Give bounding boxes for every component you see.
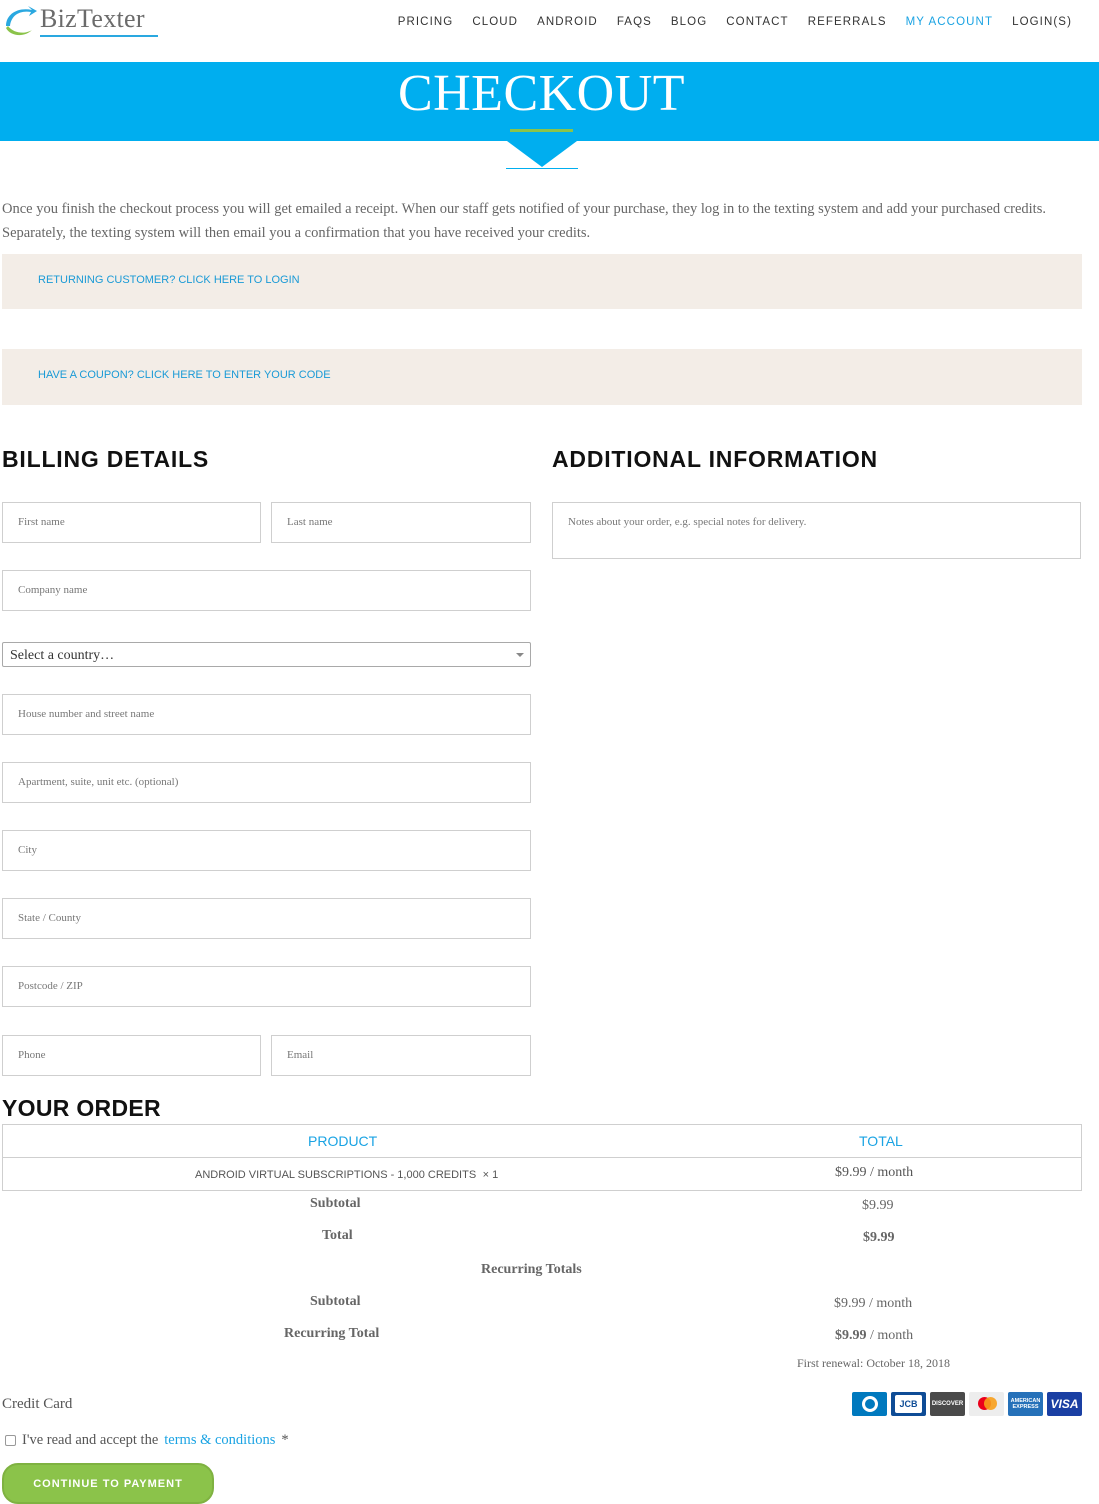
total-value: $9.99	[863, 1230, 895, 1245]
checkout-intro-text: Once you finish the checkout process you…	[2, 201, 1046, 241]
street-field[interactable]: House number and street name	[2, 694, 531, 735]
recurring-totals-heading: Recurring Totals	[481, 1262, 582, 1277]
country-select-value: Select a country…	[10, 648, 115, 663]
coupon-notice: HAVE A COUPON? CLICK HERE TO ENTER YOUR …	[2, 349, 1082, 405]
apartment-placeholder: Apartment, suite, unit etc. (optional)	[18, 776, 179, 788]
banner-arrow-icon	[507, 141, 577, 167]
state-field[interactable]: State / County	[2, 898, 531, 939]
first-name-placeholder: First name	[18, 516, 65, 528]
site-logo[interactable]: BizTexter	[2, 2, 162, 38]
accepted-cards: JCB DISCOVER AMERICAN EXPRESS VISA	[852, 1392, 1082, 1416]
chevron-down-icon	[516, 653, 524, 657]
state-placeholder: State / County	[18, 912, 81, 924]
table-header-divider	[3, 1157, 1081, 1158]
company-placeholder: Company name	[18, 584, 88, 596]
city-placeholder: City	[18, 844, 37, 856]
last-name-placeholder: Last name	[287, 516, 333, 528]
login-link[interactable]: RETURNING CUSTOMER? CLICK HERE TO LOGIN	[38, 274, 300, 286]
subtotal-value: $9.99	[862, 1198, 894, 1213]
first-name-field[interactable]: First name	[2, 502, 261, 543]
title-underline	[510, 129, 573, 132]
terms-row: I've read and accept the terms & conditi…	[5, 1432, 289, 1449]
nav-referrals[interactable]: REFERRALS	[808, 16, 887, 28]
nav-my-account[interactable]: MY ACCOUNT	[906, 16, 993, 28]
recurring-total-period: / month	[870, 1328, 914, 1343]
payment-method-label: Credit Card	[2, 1396, 73, 1412]
logo-text: BizTexter	[40, 4, 145, 33]
table-row: ANDROID VIRTUAL SUBSCRIPTIONS - 1,000 CR…	[195, 1167, 498, 1183]
page-title: CHECKOUT	[397, 65, 686, 122]
terms-checkbox[interactable]	[5, 1435, 16, 1446]
nav-contact[interactable]: CONTACT	[726, 16, 788, 28]
recurring-total-value: $9.99 / month	[835, 1328, 913, 1344]
email-placeholder: Email	[287, 1049, 314, 1061]
nav-android[interactable]: ANDROID	[537, 16, 598, 28]
order-notes-field[interactable]: Notes about your order, e.g. special not…	[552, 502, 1081, 559]
nav-cloud[interactable]: CLOUD	[472, 16, 518, 28]
nav-faqs[interactable]: FAQS	[617, 16, 652, 28]
total-column-header: TOTAL	[859, 1133, 903, 1149]
logo-underline	[40, 35, 158, 37]
terms-link[interactable]: terms & conditions	[164, 1432, 275, 1449]
city-field[interactable]: City	[2, 830, 531, 871]
site-header: BizTexter PRICING CLOUD ANDROID FAQS BLO…	[0, 0, 1099, 62]
billing-heading: BILLING DETAILS	[2, 446, 210, 472]
email-field[interactable]: Email	[271, 1035, 531, 1076]
required-marker: *	[281, 1432, 289, 1448]
last-name-field[interactable]: Last name	[271, 502, 531, 543]
discover-icon: DISCOVER	[930, 1392, 965, 1416]
recurring-subtotal-label: Subtotal	[310, 1294, 361, 1309]
recurring-total-label: Recurring Total	[284, 1326, 380, 1341]
terms-text: I've read and accept the	[22, 1432, 159, 1448]
order-table: PRODUCT TOTAL ANDROID VIRTUAL SUBSCRIPTI…	[2, 1124, 1082, 1191]
postcode-field[interactable]: Postcode / ZIP	[2, 966, 531, 1007]
company-field[interactable]: Company name	[2, 570, 531, 611]
subtotal-label: Subtotal	[310, 1196, 361, 1211]
recurring-subtotal-value: $9.99 / month	[834, 1296, 913, 1311]
nav-logins[interactable]: LOGIN(S)	[1012, 16, 1072, 28]
phone-field[interactable]: Phone	[2, 1035, 261, 1076]
first-renewal-date: First renewal: October 18, 2018	[797, 1356, 950, 1370]
postcode-placeholder: Postcode / ZIP	[18, 980, 83, 992]
nav-blog[interactable]: BLOG	[671, 16, 707, 28]
phone-placeholder: Phone	[18, 1049, 46, 1061]
mastercard-icon	[969, 1392, 1004, 1416]
apartment-field[interactable]: Apartment, suite, unit etc. (optional)	[2, 762, 531, 803]
total-label: Total	[322, 1228, 353, 1243]
amex-icon: AMERICAN EXPRESS	[1008, 1392, 1043, 1416]
your-order-heading: YOUR ORDER	[2, 1095, 161, 1121]
jcb-icon: JCB	[891, 1392, 926, 1416]
diners-icon	[852, 1392, 887, 1416]
returning-customer-notice: RETURNING CUSTOMER? CLICK HERE TO LOGIN	[2, 254, 1082, 309]
product-quantity: × 1	[482, 1169, 499, 1181]
logo-swoosh-icon	[6, 6, 37, 36]
order-notes-placeholder: Notes about your order, e.g. special not…	[568, 516, 807, 528]
banner-arrow-underline	[506, 168, 578, 169]
main-nav: PRICING CLOUD ANDROID FAQS BLOG CONTACT …	[398, 16, 1072, 28]
nav-pricing[interactable]: PRICING	[398, 16, 454, 28]
product-column-header: PRODUCT	[308, 1133, 378, 1149]
product-total: $9.99 / month	[835, 1165, 914, 1180]
coupon-link[interactable]: HAVE A COUPON? CLICK HERE TO ENTER YOUR …	[38, 369, 331, 381]
continue-to-payment-button[interactable]: CONTINUE TO PAYMENT	[2, 1463, 214, 1504]
product-name: ANDROID VIRTUAL SUBSCRIPTIONS - 1,000 CR…	[195, 1169, 477, 1181]
country-select[interactable]: Select a country…	[2, 642, 531, 667]
visa-icon: VISA	[1047, 1392, 1082, 1416]
additional-info-heading: ADDITIONAL INFORMATION	[552, 446, 878, 472]
recurring-total-amount: $9.99	[835, 1328, 867, 1343]
street-placeholder: House number and street name	[18, 708, 155, 720]
